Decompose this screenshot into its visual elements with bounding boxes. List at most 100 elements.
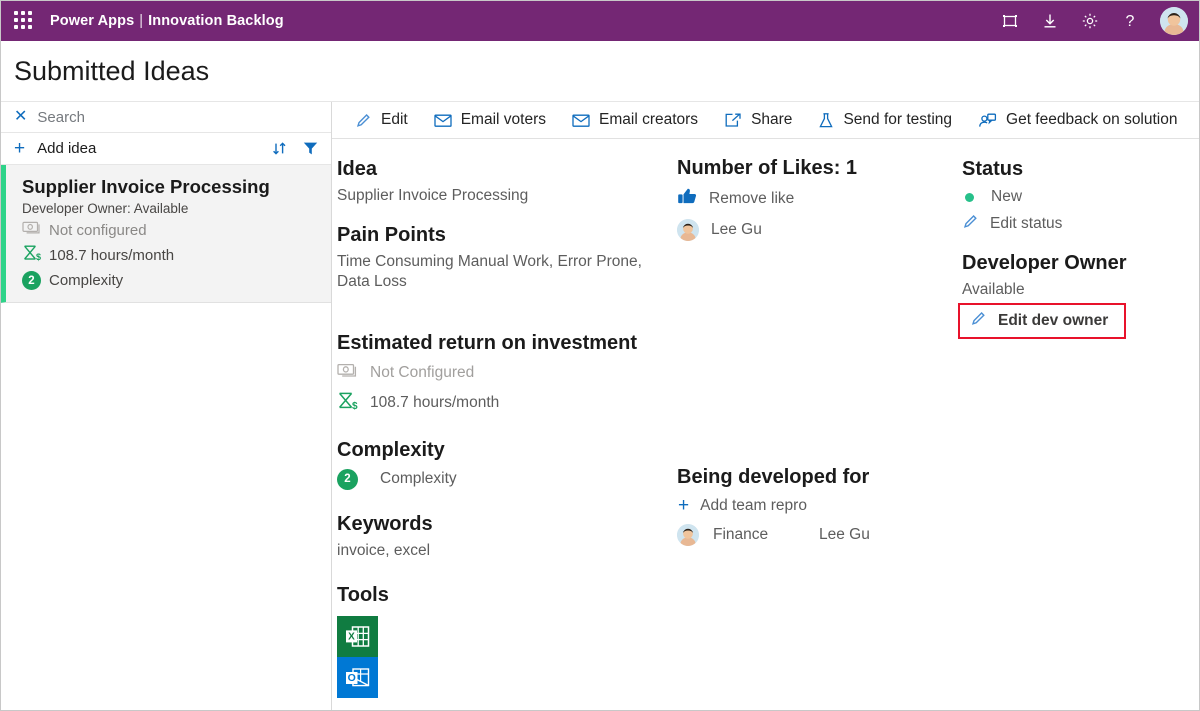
developer-owner-heading: Developer Owner xyxy=(962,252,1127,274)
share-button-label: Share xyxy=(751,111,793,128)
pain-points-heading: Pain Points xyxy=(337,223,446,246)
status-row: New xyxy=(962,188,1200,206)
search-input[interactable]: Search xyxy=(37,109,85,126)
top-bar-actions: ? xyxy=(1000,6,1188,35)
share-icon xyxy=(724,112,742,128)
status-value: New xyxy=(991,188,1023,205)
voter-name: Lee Gu xyxy=(711,221,762,238)
download-icon[interactable] xyxy=(1040,11,1060,31)
svg-text:?: ? xyxy=(1126,13,1135,30)
get-feedback-button[interactable]: Get feedback on solution xyxy=(965,102,1190,138)
pain-points-value: Time Consuming Manual Work, Error Prone,… xyxy=(337,252,642,291)
idea-card-roi-hours-label: 108.7 hours/month xyxy=(49,247,175,265)
add-idea-button[interactable]: Add idea xyxy=(37,140,96,157)
edit-status-button[interactable]: Edit status xyxy=(962,213,1200,235)
detail-content: Idea Supplier Invoice Processing Pain Po… xyxy=(332,139,1200,711)
status-heading: Status xyxy=(962,158,1024,180)
hourglass-dollar-icon: $ xyxy=(337,391,359,416)
app-launcher-icon[interactable] xyxy=(14,10,36,31)
idea-card-roi-money-label: Not configured xyxy=(49,221,147,239)
pencil-icon xyxy=(970,310,987,332)
being-developed-for-heading: Being developed for xyxy=(677,466,870,488)
roi-hours-row: $ 108.7 hours/month xyxy=(337,391,677,416)
likes-heading: Number of Likes: 1 xyxy=(677,157,858,179)
add-team-repro-button[interactable]: + Add team repro xyxy=(677,496,962,515)
plus-icon[interactable]: + xyxy=(14,139,25,158)
status-dot-icon xyxy=(965,192,974,202)
email-voters-label: Email voters xyxy=(460,111,546,128)
remove-like-label: Remove like xyxy=(709,189,795,207)
feedback-person-icon xyxy=(978,112,997,129)
voter-row: Lee Gu xyxy=(677,219,962,241)
page-header: Submitted Ideas xyxy=(0,41,1200,102)
edit-dev-owner-button[interactable]: Edit dev owner xyxy=(958,303,1127,339)
brand-product: Power Apps xyxy=(50,12,135,29)
page-body: ✕ Search + Add idea Supplier Invoice Pro… xyxy=(0,102,1200,711)
outlook-icon[interactable]: O xyxy=(337,657,378,699)
tools-heading: Tools xyxy=(337,584,389,607)
share-button[interactable]: Share xyxy=(711,102,805,138)
add-idea-row: + Add idea xyxy=(0,133,331,165)
list-tools xyxy=(271,140,319,157)
email-creators-button[interactable]: Email creators xyxy=(559,102,711,138)
edit-button[interactable]: Edit xyxy=(342,102,421,138)
detail-column-left: Idea Supplier Invoice Processing Pain Po… xyxy=(332,157,677,711)
idea-card-complexity-label: Complexity xyxy=(49,272,124,290)
svg-text:$: $ xyxy=(352,401,358,411)
command-bar: Edit Email voters Email creators Share S… xyxy=(332,102,1200,139)
close-icon[interactable]: ✕ xyxy=(14,109,27,125)
mail-icon xyxy=(434,113,452,128)
developer-owner-value: Available xyxy=(962,281,1025,298)
top-navigation-bar: Power Apps | Innovation Backlog ? xyxy=(0,0,1200,41)
idea-list-panel: ✕ Search + Add idea Supplier Invoice Pro… xyxy=(0,102,332,711)
page-title: Submitted Ideas xyxy=(14,55,210,86)
svg-text:$: $ xyxy=(36,252,41,262)
idea-heading: Idea xyxy=(337,158,378,180)
pencil-icon xyxy=(355,112,372,129)
detail-column-middle: Number of Likes: 1 Remove like Lee Gu Be… xyxy=(677,157,962,711)
svg-text:O: O xyxy=(348,673,356,685)
remove-like-button[interactable]: Remove like xyxy=(677,187,962,210)
roi-money-label: Not Configured xyxy=(370,363,475,381)
beaker-icon xyxy=(818,112,834,129)
hourglass-dollar-icon: $ xyxy=(22,244,41,267)
idea-card-title: Supplier Invoice Processing xyxy=(22,176,270,197)
roi-heading: Estimated return on investment xyxy=(337,331,638,354)
detail-column-right: Status New Edit status Developer Owner A… xyxy=(958,157,1200,711)
avatar xyxy=(677,524,699,546)
thumbs-up-icon xyxy=(677,187,698,210)
edit-dev-owner-label: Edit dev owner xyxy=(998,312,1109,329)
help-icon[interactable]: ? xyxy=(1120,11,1140,31)
power-apps-window: Power Apps | Innovation Backlog ? Submit… xyxy=(0,0,1200,711)
complexity-label: Complexity xyxy=(380,470,457,488)
excel-icon[interactable]: X xyxy=(337,616,378,658)
send-for-testing-button[interactable]: Send for testing xyxy=(805,102,965,138)
email-creators-label: Email creators xyxy=(599,111,699,128)
complexity-heading: Complexity xyxy=(337,438,445,461)
keywords-heading: Keywords xyxy=(337,512,433,535)
team-row: Finance Lee Gu xyxy=(677,524,962,546)
pencil-icon xyxy=(962,213,979,235)
fit-to-screen-icon[interactable] xyxy=(1000,11,1020,31)
svg-text:X: X xyxy=(348,632,355,643)
idea-card-roi-hours: $ 108.7 hours/month xyxy=(22,244,319,267)
idea-value: Supplier Invoice Processing xyxy=(337,187,529,204)
idea-detail-panel: Edit Email voters Email creators Share S… xyxy=(332,102,1200,711)
team-name: Finance xyxy=(713,526,769,543)
complexity-badge: 2 xyxy=(337,468,358,490)
money-icon xyxy=(337,362,359,384)
edit-button-label: Edit xyxy=(381,111,408,128)
search-bar[interactable]: ✕ Search xyxy=(0,102,331,133)
roi-hours-label: 108.7 hours/month xyxy=(370,394,500,412)
avatar[interactable] xyxy=(1160,6,1188,35)
tools-list: X O xyxy=(337,616,677,699)
email-voters-button[interactable]: Email voters xyxy=(421,102,559,138)
idea-card-roi-money: Not configured xyxy=(22,220,319,240)
filter-icon[interactable] xyxy=(302,140,319,157)
idea-card-complexity: 2 Complexity xyxy=(22,271,319,291)
idea-list-item[interactable]: Supplier Invoice Processing Developer Ow… xyxy=(0,165,331,304)
sort-icon[interactable] xyxy=(271,140,288,157)
edit-status-label: Edit status xyxy=(990,215,1063,232)
gear-icon[interactable] xyxy=(1080,11,1100,31)
complexity-row: 2 Complexity xyxy=(337,468,677,490)
